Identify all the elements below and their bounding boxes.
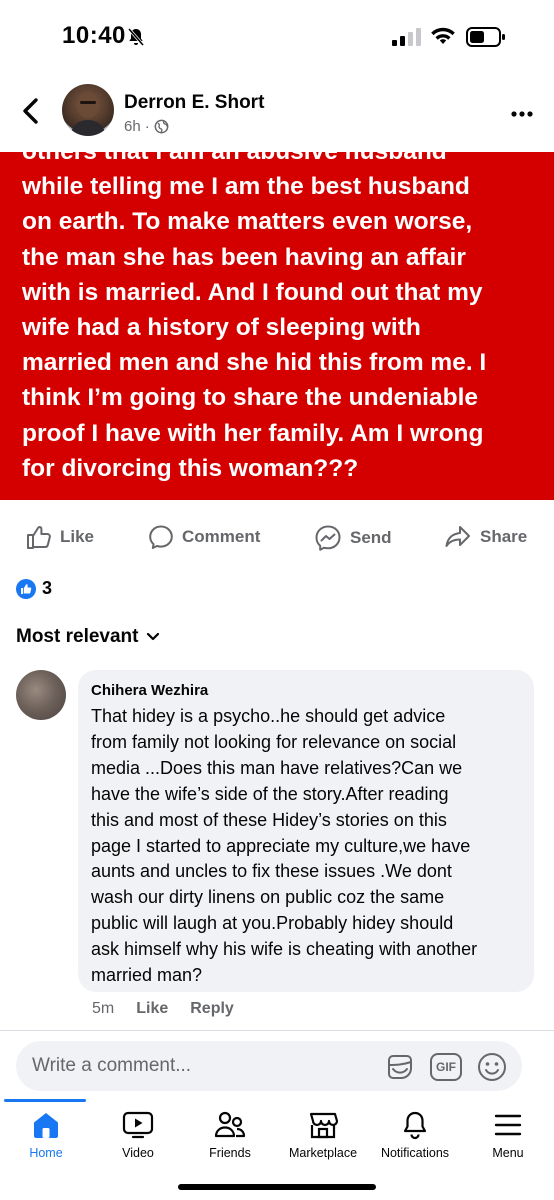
tab-friends-label: Friends [209, 1146, 251, 1160]
active-tab-indicator [4, 1099, 86, 1102]
post-image-line: think I’m going to share the undeniable [22, 384, 479, 412]
commenter-name[interactable]: Chihera Wezhira [91, 682, 208, 699]
comment-icon [149, 525, 173, 549]
gif-label: GIF [436, 1060, 456, 1074]
author-avatar[interactable] [62, 84, 114, 136]
tab-home-label: Home [29, 1146, 63, 1160]
wifi-icon [430, 26, 456, 51]
post-image-line: for divorcing this woman??? [22, 454, 359, 482]
chevron-down-icon [147, 632, 160, 641]
commenter-avatar[interactable] [16, 670, 66, 720]
tab-notifications-label: Notifications [380, 1146, 450, 1160]
home-indicator [178, 1184, 376, 1190]
comment-sort-label: Most relevant [16, 626, 139, 647]
tab-home[interactable]: Home [0, 1110, 96, 1160]
comment-composer[interactable]: Write a comment... GIF [16, 1041, 522, 1091]
globe-icon [154, 119, 169, 134]
comment-input[interactable]: Write a comment... [32, 1055, 191, 1077]
sticker-icon[interactable] [384, 1051, 416, 1083]
video-icon [122, 1111, 154, 1139]
chevron-left-icon [23, 98, 38, 124]
tab-video[interactable]: Video [88, 1110, 188, 1160]
thumbs-up-icon [27, 526, 51, 549]
post-image-line: others that I am an abusive husband [22, 152, 542, 169]
bell-off-icon [126, 27, 146, 52]
share-icon [445, 526, 470, 547]
tab-video-label: Video [122, 1146, 154, 1160]
home-icon [34, 1113, 58, 1138]
reaction-count: 3 [42, 578, 53, 598]
composer-divider [0, 1030, 554, 1031]
comment-time: 5m [92, 1000, 115, 1017]
share-button[interactable]: Share [444, 524, 527, 550]
tab-menu[interactable]: Menu [458, 1110, 554, 1160]
status-time: 10:40 [62, 22, 126, 49]
comment-line: That hidey is a psycho..he should get ad… [91, 706, 446, 726]
send-button[interactable]: Send [314, 524, 392, 552]
post-image-text: others that I am an abusive husband whil… [22, 152, 542, 486]
share-label: Share [480, 527, 528, 546]
ellipsis-icon [511, 111, 533, 117]
friends-icon [214, 1111, 246, 1138]
comment-reply-button[interactable]: Reply [190, 1000, 234, 1018]
author-name[interactable]: Derron E. Short [124, 92, 264, 114]
bell-icon [403, 1111, 427, 1140]
post-image[interactable]: others that I am an abusive husband whil… [0, 152, 554, 500]
post-actions: Like Comment Send Share [0, 516, 554, 562]
post-time: 6h [124, 118, 141, 135]
comment-line: ask himself why his wife is cheating wit… [91, 939, 478, 960]
status-bar: 10:40 [0, 0, 554, 76]
bottom-tab-bar: Home Video Friends Marketplace Notificat… [0, 1104, 554, 1168]
back-button[interactable] [18, 96, 44, 126]
menu-icon [494, 1114, 522, 1136]
comment-line: married man? [91, 965, 203, 986]
marketplace-icon [309, 1112, 339, 1139]
meta-separator: · [144, 118, 150, 135]
comment-text: That hidey is a psycho..he should get ad… [91, 704, 511, 989]
post-header: Derron E. Short 6h · [0, 76, 554, 152]
more-options-button[interactable] [510, 106, 534, 117]
post-image-line: with is married. And I found out that my [22, 278, 483, 306]
comment-meta: 5m Like Reply [92, 1000, 234, 1018]
comment-button[interactable]: Comment [148, 524, 260, 550]
comment-bubble: Chihera Wezhira That hidey is a psycho..… [78, 670, 534, 992]
comment-label: Comment [182, 527, 261, 546]
post-meta: 6h · [124, 118, 169, 135]
tab-menu-label: Menu [492, 1146, 524, 1160]
like-button[interactable]: Like [26, 524, 94, 550]
cellular-signal-icon [392, 28, 422, 51]
like-label: Like [60, 527, 95, 546]
messenger-icon [315, 525, 341, 551]
comment-line: aunts and uncles to fix these issues .We… [91, 861, 452, 882]
reaction-summary[interactable]: 3 [16, 578, 52, 599]
post-image-line: while telling me I am the best husband [22, 173, 470, 201]
post-image-line: on earth. To make matters even worse, [22, 208, 473, 236]
comment-like-button[interactable]: Like [136, 1000, 168, 1018]
post-image-line: the man she has been having an affair [22, 243, 466, 271]
post-image-line: married men and she hid this from me. I [22, 349, 487, 377]
composer-icons: GIF [384, 1051, 508, 1083]
comment-line: from family not looking for relevance on… [91, 731, 457, 752]
comment-line: this and most of these Hidey’s stories o… [91, 809, 447, 830]
gif-button[interactable]: GIF [430, 1053, 462, 1081]
tab-marketplace-label: Marketplace [288, 1146, 358, 1160]
comment-sort-selector[interactable]: Most relevant [16, 626, 160, 648]
comment-line: wash our dirty linens on public coz the … [91, 887, 445, 908]
post-image-line: proof I have with her family. Am I wrong [22, 419, 484, 447]
comment-line: have the wife’s side of the story.After … [91, 783, 449, 804]
battery-icon [466, 27, 506, 52]
post-image-line: wife had a history of sleeping with [22, 314, 421, 342]
comment-line: public will laugh at you.Probably hidey … [91, 913, 454, 934]
like-reaction-icon [16, 578, 36, 599]
tab-friends[interactable]: Friends [180, 1110, 280, 1160]
tab-notifications[interactable]: Notifications [365, 1110, 465, 1160]
comment-line: media ...Does this man have relatives?Ca… [91, 757, 463, 778]
emoji-icon[interactable] [476, 1051, 508, 1083]
comment-line: page I started to appreciate my culture,… [91, 835, 471, 856]
send-label: Send [350, 528, 392, 547]
tab-marketplace[interactable]: Marketplace [273, 1110, 373, 1160]
